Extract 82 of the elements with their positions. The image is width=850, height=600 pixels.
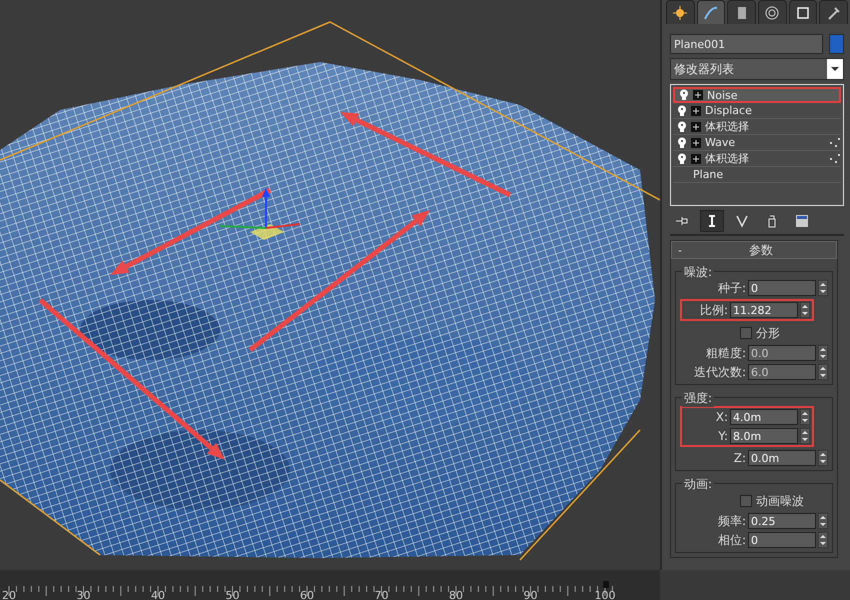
number-field[interactable]: 0 (748, 280, 816, 296)
sun-icon (672, 4, 688, 20)
modifier-name: Wave (705, 136, 736, 149)
modifier-name: Noise (707, 88, 739, 102)
spinner-icon[interactable] (800, 302, 810, 318)
frame-number: 30 (76, 589, 90, 600)
curve-icon (703, 4, 719, 20)
expand-icon[interactable] (691, 154, 701, 164)
expand-icon[interactable] (691, 138, 701, 148)
checkbox[interactable] (740, 327, 752, 339)
rollout-header[interactable]: - 参数 (671, 241, 837, 259)
rollout-title: 参数 (748, 242, 774, 258)
panel-tab[interactable] (788, 0, 818, 24)
sub-object-dots-icon (829, 154, 841, 164)
time-slider-handle[interactable] (603, 581, 609, 588)
panel-tab[interactable] (819, 0, 848, 24)
modifier-list-dropdown[interactable]: 修改器列表 (670, 58, 844, 80)
spinner-icon[interactable] (818, 280, 828, 296)
group-title: 动画: (682, 476, 714, 493)
bulb-icon (677, 104, 687, 116)
expand-icon[interactable] (691, 122, 701, 132)
modifier-stack-item[interactable]: 体积选择 (673, 119, 841, 135)
modifier-stack-item[interactable]: Wave (673, 135, 841, 151)
frame-number: 20 (2, 589, 16, 600)
checkbox-label: 动画噪波 (756, 492, 804, 510)
number-field[interactable]: 8.0m (730, 428, 798, 444)
spinner-icon[interactable] (818, 532, 828, 548)
bulb-icon (677, 120, 687, 132)
transform-gizmo-icon (220, 188, 300, 240)
field-label: 比例: (700, 302, 728, 318)
expand-icon[interactable] (693, 90, 703, 100)
number-field[interactable]: 4.0m (730, 409, 798, 425)
modifier-name: Displace (705, 104, 753, 117)
modifier-name: 体积选择 (705, 151, 750, 166)
object-name-field[interactable]: Plane001 (670, 34, 823, 54)
panel-tab[interactable] (758, 0, 787, 24)
field-label: X: (716, 410, 728, 424)
frame-number: 80 (449, 589, 463, 600)
bulb-icon (679, 89, 689, 101)
frame-number: 70 (374, 589, 388, 600)
modifier-stack-item[interactable]: 体积选择 (673, 151, 841, 167)
field-label: 种子: (718, 280, 746, 296)
panel-tab[interactable] (696, 0, 726, 24)
expand-icon[interactable] (691, 106, 701, 116)
checkbox[interactable] (740, 495, 752, 507)
frame-number: 60 (300, 589, 314, 600)
stack-tool-button[interactable] (700, 210, 724, 232)
field-label: 相位: (718, 532, 746, 548)
number-field[interactable]: 0.25 (748, 513, 816, 529)
modifier-stack-item[interactable]: Plane (673, 167, 841, 183)
hammer-icon (826, 4, 842, 20)
modifier-stack-item[interactable]: Displace (673, 103, 841, 119)
number-field[interactable]: 0 (748, 532, 816, 548)
group-title: 强度: (682, 390, 714, 407)
number-field[interactable]: 11.282 (730, 302, 798, 318)
field-label: 粗糙度: (706, 344, 746, 362)
field-label: Z: (734, 451, 746, 465)
spinner-icon[interactable] (800, 428, 810, 444)
caret-icon (827, 59, 843, 79)
frame-number: 50 (226, 589, 240, 600)
frame-number: 40 (151, 589, 165, 600)
collapse-sign: - (678, 244, 683, 256)
field-label: 迭代次数: (694, 364, 746, 380)
field-label: Y: (718, 429, 728, 443)
spinner-icon[interactable] (800, 409, 810, 425)
bulb-icon (677, 152, 687, 164)
rings-icon (764, 4, 780, 20)
panel-tab[interactable] (727, 0, 756, 24)
bulb-icon (677, 136, 687, 148)
modifier-name: 体积选择 (705, 119, 750, 134)
frame-number: 100 (594, 589, 616, 600)
panel-tab[interactable] (666, 0, 695, 24)
modifier-stack-item[interactable]: Noise (673, 87, 841, 103)
field-label: 频率: (718, 512, 746, 530)
spinner-icon[interactable] (818, 450, 828, 466)
object-color-swatch[interactable] (829, 34, 844, 54)
number-field[interactable]: 0.0m (748, 450, 816, 466)
sub-object-dots-icon (829, 138, 841, 148)
checkbox-label: 分形 (756, 324, 780, 342)
modifier-name: Plane (693, 168, 724, 181)
spinner-icon[interactable] (818, 513, 828, 529)
frame-number: 90 (524, 589, 538, 600)
